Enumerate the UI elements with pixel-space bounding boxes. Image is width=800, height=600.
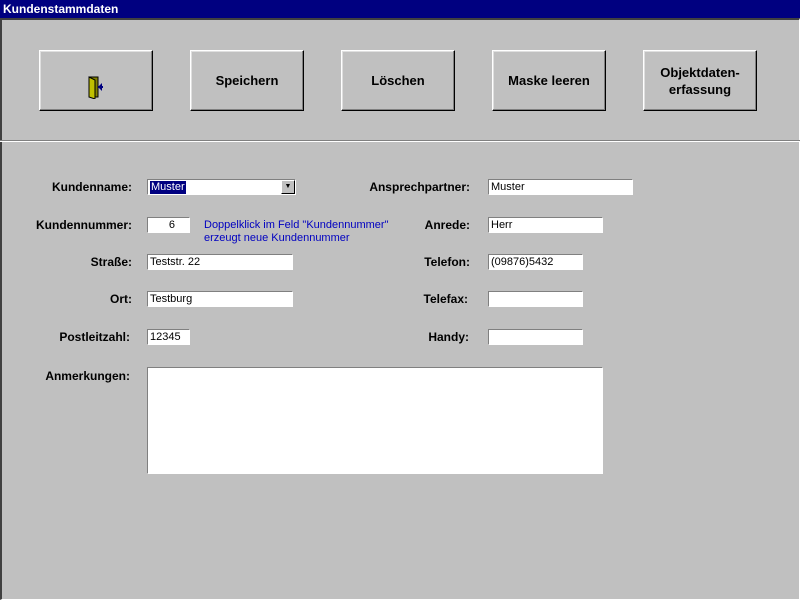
customer-name-label: Kundenname:: [51, 180, 132, 194]
customer-name-combo[interactable]: Muster ▼: [147, 179, 296, 195]
mobile-field[interactable]: [488, 329, 583, 345]
window-title: Kundenstammdaten: [0, 0, 800, 18]
street-label: Straße:: [90, 255, 132, 269]
remarks-label: Anmerkungen:: [45, 369, 130, 383]
fax-label: Telefax:: [423, 292, 468, 306]
phone-label: Telefon:: [424, 255, 470, 269]
salutation-field[interactable]: Herr: [488, 217, 603, 233]
contact-person-field[interactable]: Muster: [488, 179, 633, 195]
city-field[interactable]: Testburg: [147, 291, 293, 307]
toolbar-divider: [0, 140, 800, 142]
object-data-button[interactable]: Objektdaten- erfassung: [643, 50, 757, 111]
phone-field[interactable]: (09876)5432: [488, 254, 583, 270]
chevron-down-icon[interactable]: ▼: [281, 180, 295, 194]
remarks-textarea[interactable]: [147, 367, 603, 474]
street-field[interactable]: Teststr. 22: [147, 254, 293, 270]
mobile-label: Handy:: [428, 330, 469, 344]
exit-door-icon: [84, 58, 108, 103]
delete-button[interactable]: Löschen: [341, 50, 455, 111]
salutation-label: Anrede:: [424, 218, 470, 232]
customer-number-field[interactable]: 6: [147, 217, 190, 233]
customer-name-value: Muster: [150, 181, 186, 194]
save-button[interactable]: Speichern: [190, 50, 304, 111]
clear-form-button[interactable]: Maske leeren: [492, 50, 606, 111]
exit-button[interactable]: [39, 50, 153, 111]
postal-code-label: Postleitzahl:: [59, 330, 130, 344]
city-label: Ort:: [110, 292, 132, 306]
fax-field[interactable]: [488, 291, 583, 307]
postal-code-field[interactable]: 12345: [147, 329, 190, 345]
contact-person-label: Ansprechpartner:: [369, 180, 470, 194]
customer-number-label: Kundennummer:: [36, 218, 132, 232]
